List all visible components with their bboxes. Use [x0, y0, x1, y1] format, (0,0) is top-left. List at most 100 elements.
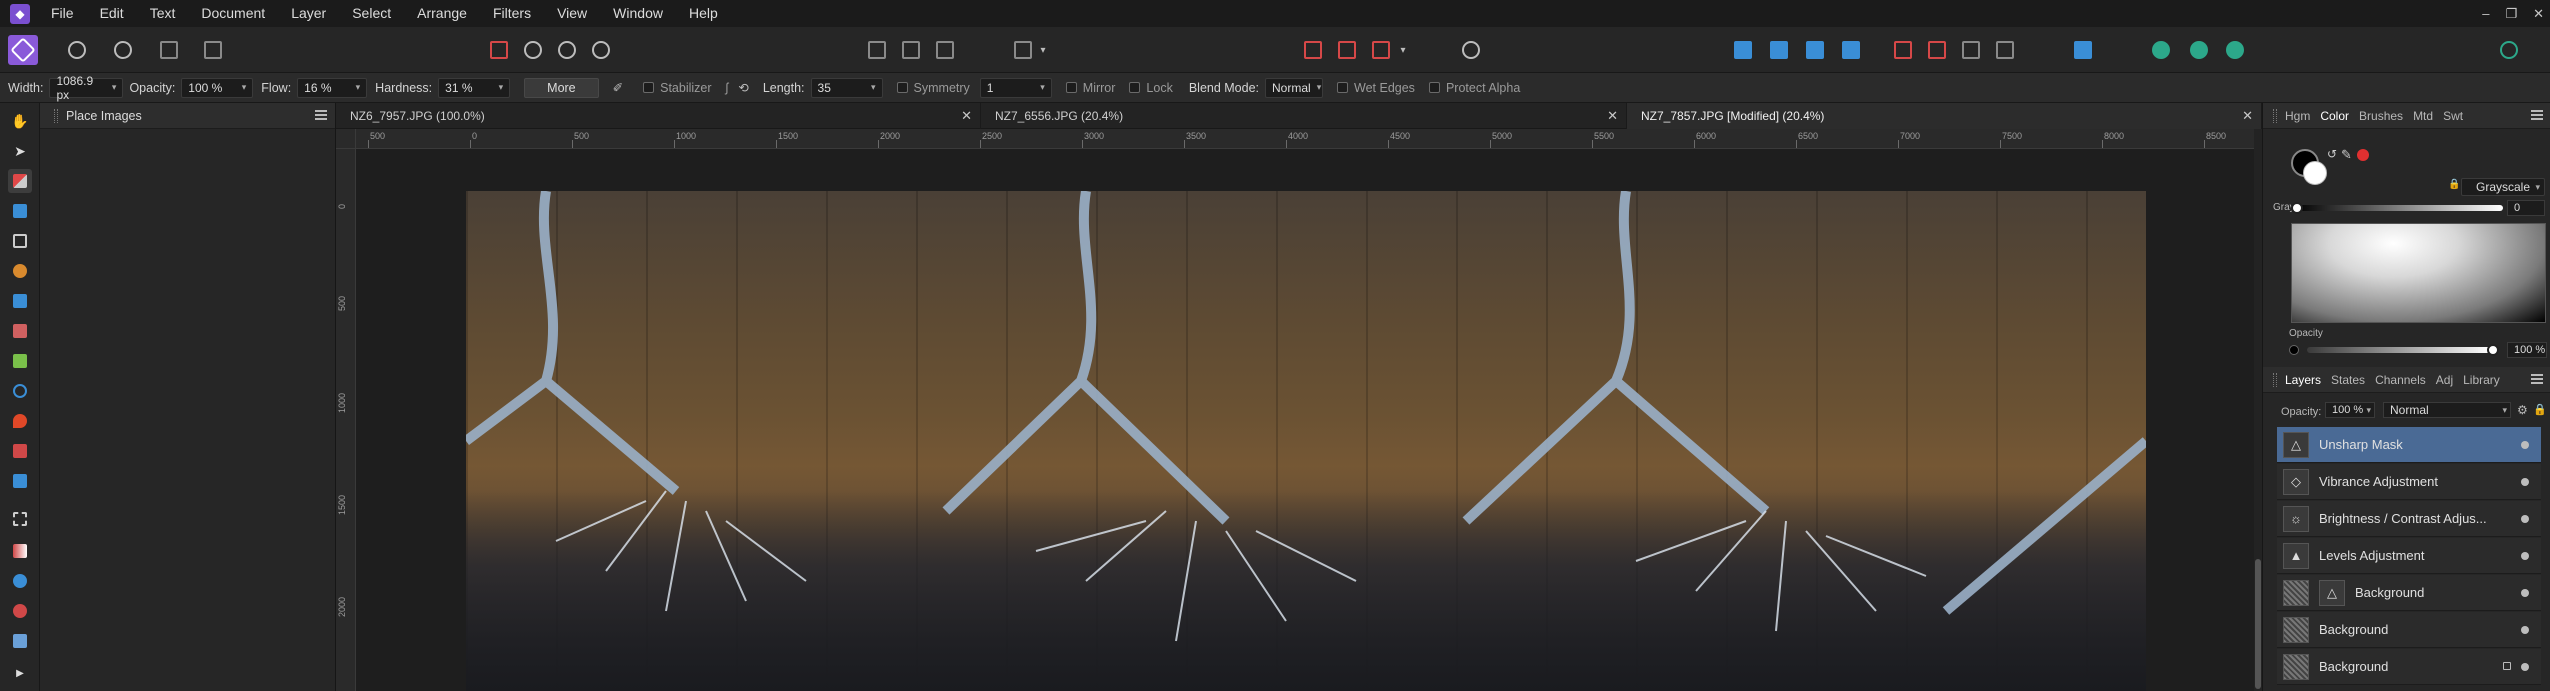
menu-layer[interactable]: Layer [278, 0, 339, 27]
eyedropper-icon[interactable]: ✎ [2341, 147, 2352, 163]
mesh-warp-tool[interactable] [8, 629, 32, 653]
tone-mapping-persona-button[interactable] [154, 35, 184, 65]
rotate-right-button[interactable] [1836, 35, 1866, 65]
align-button[interactable] [2068, 35, 2098, 65]
lock-icon[interactable] [2503, 662, 2511, 670]
auto-contrast-button[interactable] [518, 35, 548, 65]
tab-nz7-7857[interactable]: NZ7_7857.JPG [Modified] (20.4%) ✕ [1627, 103, 2262, 129]
tab-nz6-7957[interactable]: NZ6_7957.JPG (100.0%) ✕ [336, 103, 981, 129]
color-picker-tool[interactable] [8, 259, 32, 283]
subtract-button[interactable] [1922, 35, 1952, 65]
menu-text[interactable]: Text [137, 0, 189, 27]
flip-horizontal-button[interactable] [1728, 35, 1758, 65]
layer-row-levels[interactable]: ▲ Levels Adjustment [2277, 538, 2541, 574]
close-button[interactable]: ✕ [2533, 6, 2544, 22]
flood-select-tool[interactable] [8, 289, 32, 313]
tab-layers[interactable]: Layers [2285, 373, 2321, 387]
grip-icon[interactable] [2273, 108, 2277, 123]
visibility-toggle[interactable] [2521, 441, 2529, 449]
layer-row-background[interactable]: Background [2277, 612, 2541, 648]
export-persona-button[interactable] [198, 35, 228, 65]
tab-nz7-6556[interactable]: NZ7_6556.JPG (20.4%) ✕ [981, 103, 1627, 129]
close-icon[interactable]: ✕ [2242, 108, 2253, 124]
snapping-dropdown[interactable]: ▾ [1396, 35, 1410, 65]
panel-menu-icon[interactable] [315, 110, 327, 120]
menu-edit[interactable]: Edit [87, 0, 137, 27]
invert-selection-button[interactable] [930, 35, 960, 65]
canvas-area[interactable] [356, 149, 2262, 691]
menu-document[interactable]: Document [188, 0, 278, 27]
frozen-fence-photo[interactable] [466, 191, 2146, 691]
width-field[interactable]: 1086.9 px ▾ [49, 74, 124, 102]
flip-vertical-button[interactable] [1764, 35, 1794, 65]
symmetry-count-field[interactable]: 1 ▾ [979, 77, 1052, 98]
more-tools-button[interactable]: ▶ [8, 661, 32, 685]
fill-tool[interactable] [8, 409, 32, 433]
layer-row-background-locked[interactable]: Background [2277, 649, 2541, 685]
restore-button[interactable]: ❐ [2505, 6, 2517, 22]
select-all-button[interactable] [862, 35, 892, 65]
auto-levels-button[interactable] [484, 35, 514, 65]
layer-row-unsharp-mask[interactable]: △ Unsharp Mask [2277, 427, 2541, 463]
tab-library[interactable]: Library [2463, 373, 2500, 387]
tab-adjustments[interactable]: Adj [2436, 373, 2453, 387]
rotate-left-button[interactable] [1800, 35, 1830, 65]
zoom-tool[interactable] [8, 379, 32, 403]
force-pixel-alignment-button[interactable] [1366, 35, 1396, 65]
tab-channels[interactable]: Channels [2375, 373, 2426, 387]
visibility-toggle[interactable] [2521, 552, 2529, 560]
tab-brushes[interactable]: Brushes [2359, 109, 2403, 123]
visibility-toggle[interactable] [2521, 589, 2529, 597]
horizontal-ruler[interactable]: 500 0 500 1000 1500 2000 2500 3000 3500 4000 4500 5… [356, 129, 2262, 149]
quick-mask-button[interactable] [1008, 35, 1038, 65]
vertical-ruler[interactable]: 0 500 1000 1500 2000 [336, 149, 356, 691]
swap-colors-icon[interactable]: ↺ [2327, 147, 2337, 161]
wet-edges-checkbox[interactable] [1337, 82, 1349, 93]
stabilizer-checkbox[interactable] [643, 82, 655, 93]
lock-icon[interactable]: 🔒 [2448, 179, 2460, 190]
grip-icon[interactable] [54, 108, 58, 123]
color-opacity-field[interactable]: 100 % [2507, 342, 2547, 358]
opacity-field[interactable]: 100 % ▾ [181, 77, 254, 98]
lock-icon[interactable]: 🔒 [2533, 403, 2547, 416]
gray-slider-knob[interactable] [2291, 202, 2303, 214]
blend-mode-select[interactable]: Normal ▾ [1265, 77, 1324, 98]
paint-brush-tool[interactable] [8, 169, 32, 193]
red-eye-tool[interactable] [8, 599, 32, 623]
arrange-button-3[interactable] [2220, 35, 2250, 65]
lock-checkbox[interactable] [1129, 82, 1141, 93]
menu-help[interactable]: Help [676, 0, 731, 27]
quick-mask-dropdown[interactable]: ▾ [1036, 35, 1050, 65]
affinity-photo-logo-icon[interactable]: ◆ [10, 3, 30, 24]
visibility-toggle[interactable] [2521, 515, 2529, 523]
layer-row-background-masked[interactable]: △ Background [2277, 575, 2541, 611]
layer-row-vibrance[interactable]: ◇ Vibrance Adjustment [2277, 464, 2541, 500]
assistant-button[interactable] [1332, 35, 1362, 65]
selection-brush-tool[interactable] [8, 199, 32, 223]
stroke-color-swatch[interactable] [2303, 161, 2327, 185]
tab-states[interactable]: States [2331, 373, 2365, 387]
gradient-tool[interactable] [8, 539, 32, 563]
grip-icon[interactable] [2273, 372, 2277, 387]
gray-value-field[interactable]: 0 [2507, 200, 2545, 216]
canvas-scrollbar[interactable] [2254, 129, 2262, 691]
panel-menu-icon[interactable] [2531, 110, 2543, 120]
tab-swatches[interactable]: Swt [2443, 109, 2463, 123]
color-picker-box[interactable] [2291, 223, 2546, 323]
visibility-toggle[interactable] [2521, 626, 2529, 634]
flow-field[interactable]: 16 % ▾ [297, 77, 368, 98]
more-button[interactable]: More [524, 77, 599, 98]
menu-file[interactable]: File [38, 0, 87, 27]
auto-white-balance-button[interactable] [586, 35, 616, 65]
length-field[interactable]: 35 ▾ [810, 77, 883, 98]
tab-histogram[interactable]: Hgm [2285, 109, 2310, 123]
intersect-button[interactable] [1956, 35, 1986, 65]
window-mode-icon[interactable]: ⟲ [738, 80, 748, 95]
pixel-tool[interactable] [8, 439, 32, 463]
close-icon[interactable]: ✕ [961, 108, 972, 124]
xor-button[interactable] [1990, 35, 2020, 65]
dodge-tool[interactable] [8, 349, 32, 373]
auto-colors-button[interactable] [552, 35, 582, 65]
menu-arrange[interactable]: Arrange [404, 0, 480, 27]
arrange-button-2[interactable] [2184, 35, 2214, 65]
